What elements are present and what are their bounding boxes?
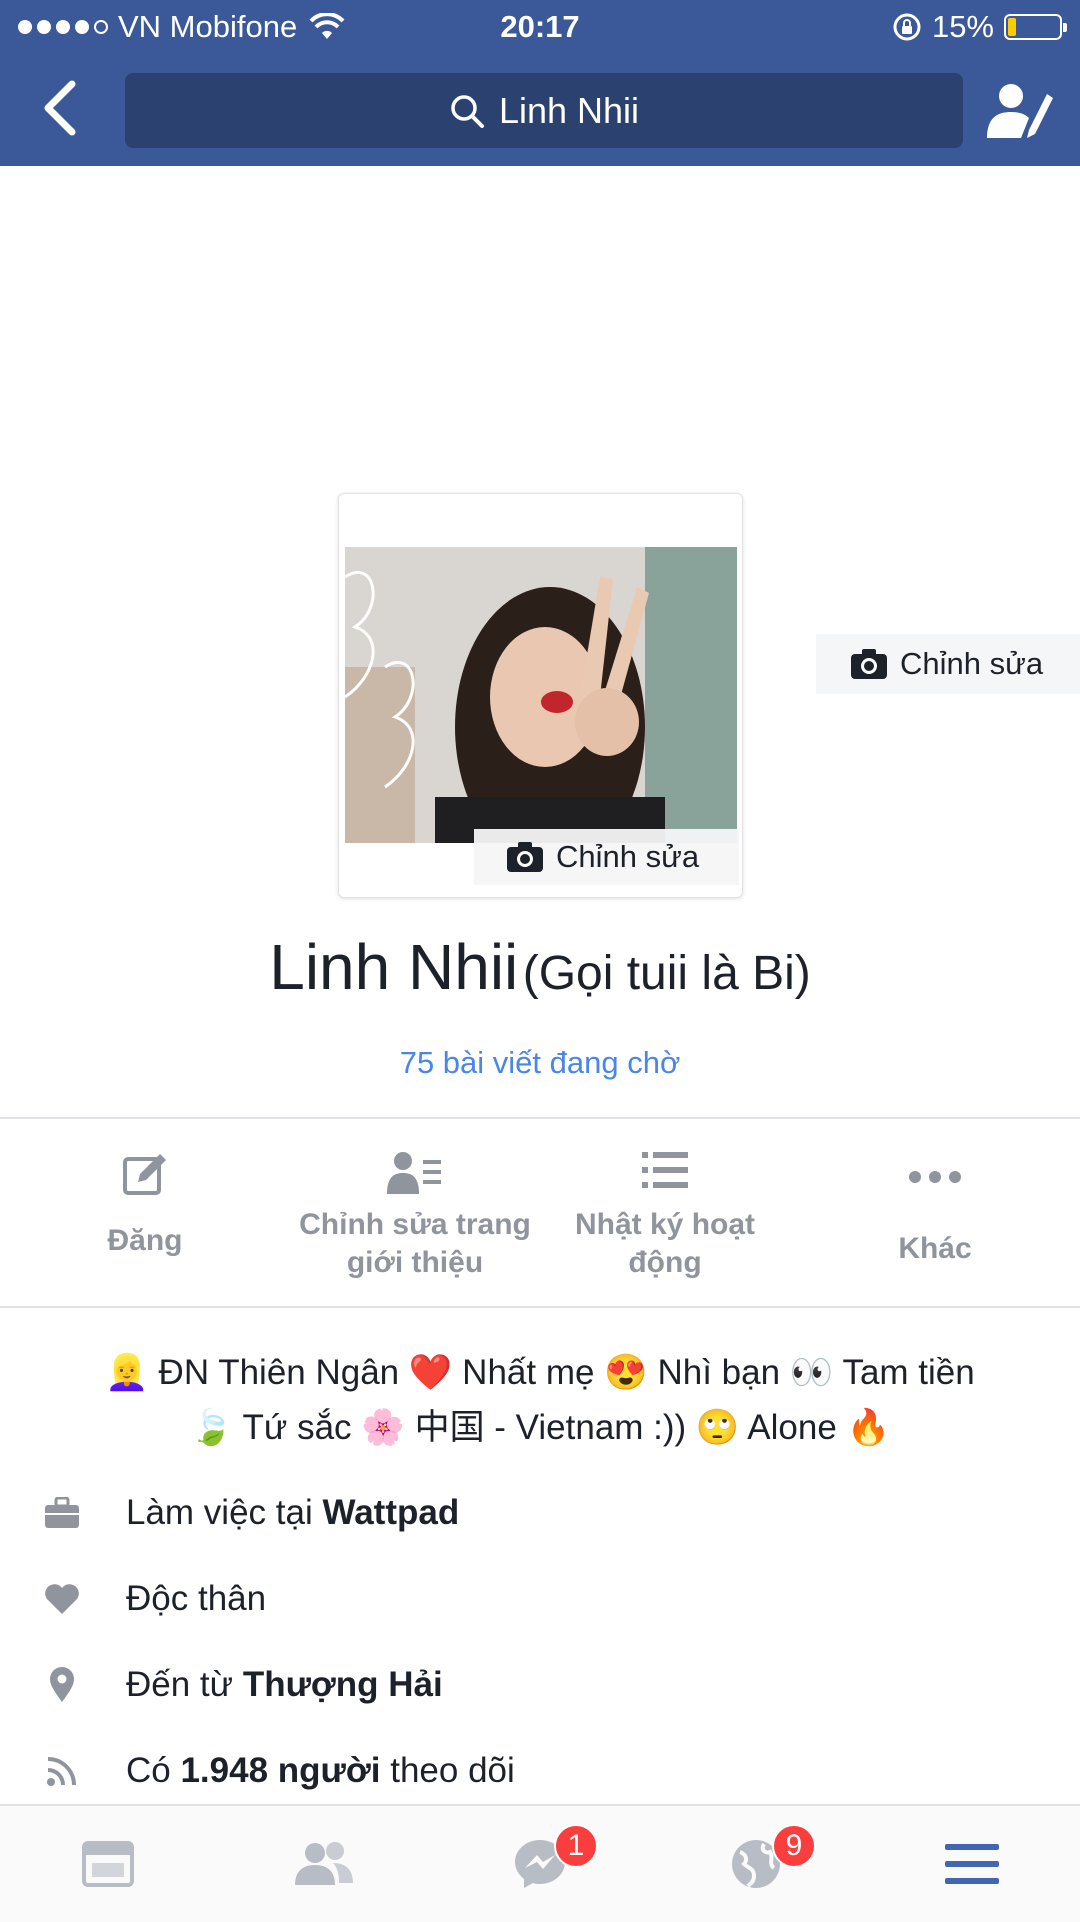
workplace[interactable]: Wattpad [322,1493,459,1532]
tab-messenger[interactable]: 1 [432,1806,648,1922]
rss-feed-icon [47,1757,76,1786]
friends-icon [295,1842,353,1885]
search-icon [451,94,484,128]
messenger-badge: 1 [554,1824,598,1868]
edit-profile-picture-button[interactable]: Chỉnh sửa [474,829,739,885]
news-feed-icon [82,1841,134,1887]
followers-prefix: Có [126,1751,181,1790]
tab-friend-requests[interactable] [216,1806,432,1922]
edit-about-icon [387,1152,441,1194]
profile-bio: 👱‍♀️ ĐN Thiên Ngân ❤️ Nhất mẹ 😍 Nhì bạn … [40,1345,1040,1455]
profile-display-name: Linh Nhii [269,931,519,1003]
edit-about-button[interactable]: Chỉnh sửa trang giới thiệu [290,1120,540,1306]
activity-log-label: Nhật ký hoạt động [574,1208,756,1279]
edit-cover-photo-label: Chỉnh sửa [900,646,1044,681]
more-button[interactable]: Khác [790,1120,1080,1306]
battery-icon [1004,14,1067,40]
profile-name: Linh Nhii (Gọi tuii là Bi) [0,930,1080,1004]
profile-picture [345,547,737,843]
status-bar: VN Mobifone 20:17 15% [0,0,1080,54]
chevron-left-icon [44,80,76,136]
activity-log-button[interactable]: Nhật ký hoạt động [540,1120,790,1306]
pending-posts-link[interactable]: 75 bài viết đang chờ [0,1045,1080,1081]
bio-line: 👱‍♀️ ĐN Thiên Ngân ❤️ Nhất mẹ 😍 Nhì bạn … [105,1353,975,1392]
tab-news-feed[interactable] [0,1806,216,1922]
work-prefix: Làm việc tại [126,1493,323,1532]
profile-actions: Đăng Chỉnh sửa trang giới thiệu Nhật ký … [0,1120,1080,1306]
hometown[interactable]: Thượng Hải [243,1665,443,1704]
profile-photo-illustration [345,547,737,843]
edit-profile-button[interactable] [985,80,1055,144]
search-bar[interactable]: Linh Nhii [125,73,963,148]
rotation-lock-icon [893,13,921,41]
notifications-badge: 9 [772,1824,816,1868]
menu-icon [945,1844,999,1884]
bottom-tab-bar: 1 9 [0,1804,1080,1922]
post-button[interactable]: Đăng [0,1120,290,1306]
heart-icon [45,1584,79,1614]
edit-cover-photo-button[interactable]: Chỉnh sửa [816,634,1080,694]
camera-icon [507,842,543,872]
hometown-detail[interactable]: Đến từ Thượng Hải [0,1655,1080,1715]
edit-profile-picture-label: Chỉnh sửa [556,839,700,874]
followers-suffix: theo dõi [380,1751,515,1790]
post-label: Đăng [107,1224,183,1257]
briefcase-icon [45,1497,79,1528]
edit-about-label: Chỉnh sửa trang giới thiệu [299,1208,531,1279]
work-detail[interactable]: Làm việc tại Wattpad [0,1483,1080,1543]
followers-count: 1.948 người [180,1751,381,1790]
battery-percentage: 15% [931,9,994,44]
camera-icon [851,649,887,679]
more-label: Khác [898,1232,972,1265]
back-button[interactable] [40,78,100,146]
relationship-detail: Độc thân [0,1569,1080,1629]
more-icon [909,1171,961,1183]
compose-icon [123,1154,166,1195]
search-query: Linh Nhii [498,89,640,131]
location-pin-icon [50,1667,74,1702]
divider [0,1117,1080,1119]
tab-menu[interactable] [864,1806,1080,1922]
tab-notifications[interactable]: 9 [648,1806,864,1922]
top-bar: VN Mobifone 20:17 15% Linh Nhii [0,0,1080,166]
followers-detail[interactable]: Có 1.948 người theo dõi [0,1741,1080,1801]
activity-log-icon [642,1152,688,1188]
bio-line: 🍃 Tứ sắc 🌸 中国 - Vietnam :)) 🙄 Alone 🔥 [189,1408,891,1447]
hometown-prefix: Đến từ [126,1665,243,1704]
person-edit-icon [987,84,1053,138]
relationship-status: Độc thân [126,1579,267,1618]
profile-nickname: (Gọi tuii là Bi) [522,947,811,1000]
profile-picture-frame[interactable]: Chỉnh sửa [338,493,743,898]
divider [0,1306,1080,1308]
